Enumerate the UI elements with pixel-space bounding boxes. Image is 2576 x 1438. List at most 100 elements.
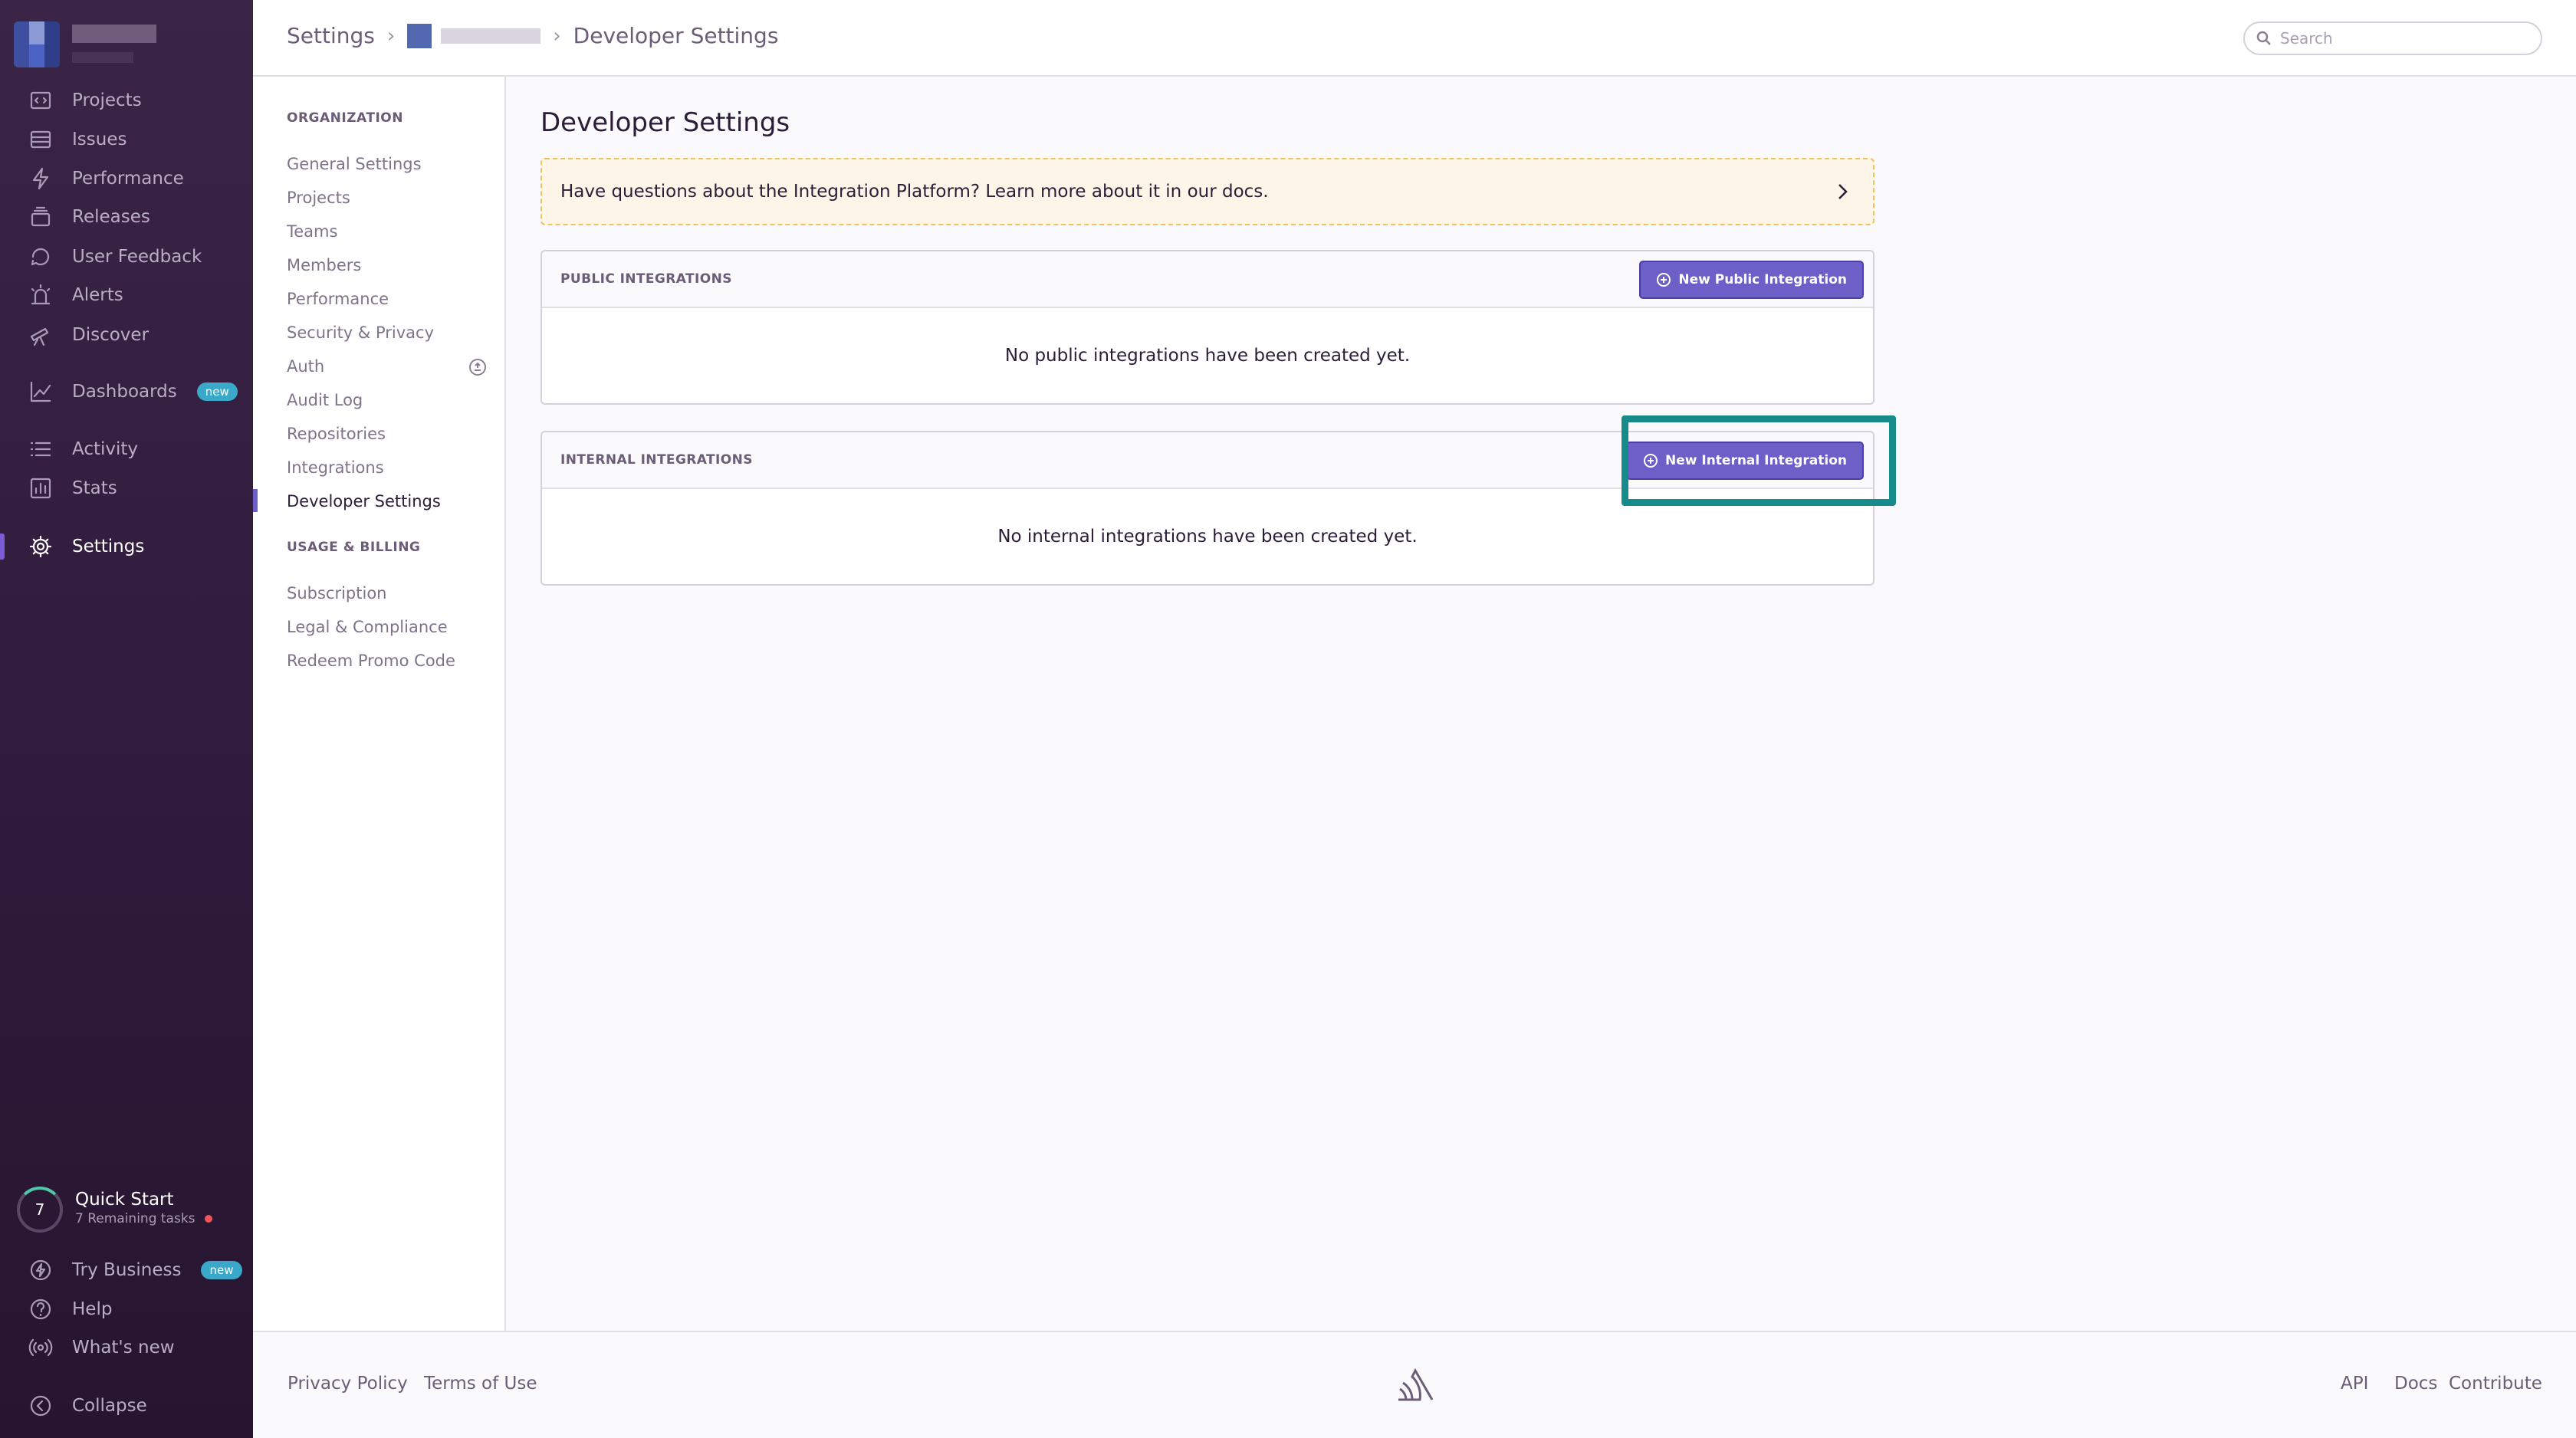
- highlight-box: [1622, 415, 1896, 506]
- feedback-icon: [28, 244, 54, 270]
- issues-icon: [28, 126, 54, 153]
- breadcrumb: Settings › › Developer Settings: [287, 23, 778, 48]
- sidebar-item-label: Discover: [72, 325, 150, 345]
- sentry-logo-icon: [1395, 1366, 1435, 1403]
- collapse-icon: [28, 1393, 54, 1419]
- subnav-projects[interactable]: Projects: [287, 189, 350, 207]
- new-public-integration-button[interactable]: New Public Integration: [1639, 261, 1864, 299]
- search-box[interactable]: [2243, 21, 2542, 55]
- top-header: Settings › › Developer Settings: [253, 0, 2576, 77]
- breadcrumb-current: Developer Settings: [573, 23, 779, 48]
- sidebar-item-stats[interactable]: Stats: [0, 469, 253, 507]
- lightning-circle-icon: [28, 1257, 54, 1283]
- sidebar-item-label: Help: [72, 1299, 113, 1319]
- sidebar-item-label: Releases: [72, 207, 150, 227]
- list-icon: [28, 436, 54, 462]
- sidebar-item-whats-new[interactable]: What's new: [0, 1328, 253, 1367]
- gear-icon: [28, 534, 54, 560]
- docs-link[interactable]: Docs: [2394, 1374, 2437, 1394]
- main-content: Developer Settings Have questions about …: [506, 77, 2576, 1331]
- sidebar-item-label: User Feedback: [72, 247, 202, 267]
- sidebar-item-label: Alerts: [72, 285, 123, 305]
- quick-start-subtitle: 7 Remaining tasks: [75, 1211, 212, 1226]
- telescope-icon: [28, 322, 54, 348]
- org-switcher[interactable]: [14, 14, 159, 75]
- sidebar-item-activity[interactable]: Activity: [0, 430, 253, 468]
- contribute-link[interactable]: Contribute: [2449, 1374, 2542, 1394]
- subnav-performance[interactable]: Performance: [287, 290, 389, 308]
- search-input[interactable]: [2280, 29, 2525, 48]
- panel-header: PUBLIC INTEGRATIONS New Public Integrati…: [542, 251, 1873, 308]
- lock-icon: [468, 357, 488, 377]
- new-badge: new: [201, 1261, 242, 1279]
- sidebar-item-try-business[interactable]: Try Business new: [0, 1251, 253, 1289]
- plus-circle-icon: [1657, 273, 1671, 287]
- lightning-icon: [28, 166, 54, 192]
- sidebar-item-label: Collapse: [72, 1396, 147, 1416]
- active-indicator: [253, 489, 258, 512]
- sidebar-item-projects[interactable]: Projects: [0, 81, 253, 120]
- api-link[interactable]: API: [2341, 1374, 2368, 1394]
- sidebar-item-settings[interactable]: Settings: [0, 527, 253, 566]
- main-sidebar: Projects Issues Performance Releases Use…: [0, 0, 253, 1438]
- subnav-developer-settings[interactable]: Developer Settings: [287, 492, 441, 511]
- sidebar-item-label: Issues: [72, 130, 127, 149]
- subnav-auth[interactable]: Auth: [287, 357, 324, 376]
- subnav-members[interactable]: Members: [287, 256, 361, 274]
- sidebar-item-discover[interactable]: Discover: [0, 316, 253, 354]
- sidebar-item-label: Performance: [72, 169, 184, 189]
- sidebar-item-user-feedback[interactable]: User Feedback: [0, 238, 253, 276]
- terms-of-use-link[interactable]: Terms of Use: [424, 1374, 537, 1394]
- public-integrations-panel: PUBLIC INTEGRATIONS New Public Integrati…: [540, 250, 1875, 405]
- sidebar-item-label: Activity: [72, 439, 139, 459]
- broadcast-icon: [28, 1335, 54, 1361]
- search-icon: [2256, 31, 2271, 45]
- projects-icon: [28, 87, 54, 113]
- quick-start[interactable]: 7 Quick Start 7 Remaining tasks: [17, 1184, 247, 1237]
- bar-chart-icon: [28, 475, 54, 501]
- privacy-policy-link[interactable]: Privacy Policy: [288, 1374, 408, 1394]
- notification-dot: [204, 1215, 212, 1223]
- chart-icon: [28, 379, 54, 405]
- user-name-blurred: [72, 52, 133, 63]
- subnav-integrations[interactable]: Integrations: [287, 458, 384, 477]
- panel-title: PUBLIC INTEGRATIONS: [560, 271, 732, 287]
- breadcrumb-settings[interactable]: Settings: [287, 23, 375, 48]
- panel-title: INTERNAL INTEGRATIONS: [560, 452, 753, 468]
- sidebar-item-issues[interactable]: Issues: [0, 120, 253, 159]
- sidebar-item-help[interactable]: Help: [0, 1290, 253, 1328]
- section-usage-billing: USAGE & BILLING: [287, 540, 421, 555]
- subnav-audit-log[interactable]: Audit Log: [287, 391, 363, 409]
- docs-alert[interactable]: Have questions about the Integration Pla…: [540, 158, 1875, 225]
- chevron-right-icon: [1832, 181, 1853, 202]
- sidebar-item-releases[interactable]: Releases: [0, 198, 253, 236]
- sidebar-item-label: Stats: [72, 478, 117, 498]
- sidebar-item-dashboards[interactable]: Dashboards new: [0, 373, 253, 411]
- button-label: New Public Integration: [1678, 272, 1847, 287]
- sidebar-item-label: Settings: [72, 537, 145, 556]
- chevron-right-icon: ›: [386, 24, 396, 48]
- subnav-repositories[interactable]: Repositories: [287, 425, 386, 443]
- org-name-blurred: [72, 25, 156, 43]
- org-logo: [14, 21, 60, 67]
- chevron-right-icon: ›: [553, 24, 561, 48]
- releases-icon: [28, 204, 54, 230]
- subnav-subscription[interactable]: Subscription: [287, 584, 386, 602]
- section-organization: ORGANIZATION: [287, 110, 403, 126]
- org-logo-small: [407, 23, 432, 48]
- quick-start-title: Quick Start: [75, 1190, 174, 1210]
- sidebar-item-label: Try Business: [72, 1260, 182, 1280]
- empty-message: No public integrations have been created…: [1004, 346, 1411, 366]
- sidebar-item-performance[interactable]: Performance: [0, 159, 253, 198]
- subnav-security-privacy[interactable]: Security & Privacy: [287, 323, 434, 342]
- subnav-redeem-promo[interactable]: Redeem Promo Code: [287, 652, 455, 670]
- sidebar-item-collapse[interactable]: Collapse: [0, 1387, 253, 1425]
- footer: Privacy Policy Terms of Use API Docs Con…: [253, 1331, 2576, 1438]
- subnav-general-settings[interactable]: General Settings: [287, 155, 422, 173]
- subnav-legal-compliance[interactable]: Legal & Compliance: [287, 618, 448, 636]
- sidebar-item-label: Dashboards: [72, 382, 177, 402]
- breadcrumb-org[interactable]: [407, 23, 541, 48]
- subnav-teams[interactable]: Teams: [287, 222, 337, 241]
- sidebar-item-alerts[interactable]: Alerts: [0, 276, 253, 314]
- quick-start-progress-ring: 7: [17, 1187, 63, 1233]
